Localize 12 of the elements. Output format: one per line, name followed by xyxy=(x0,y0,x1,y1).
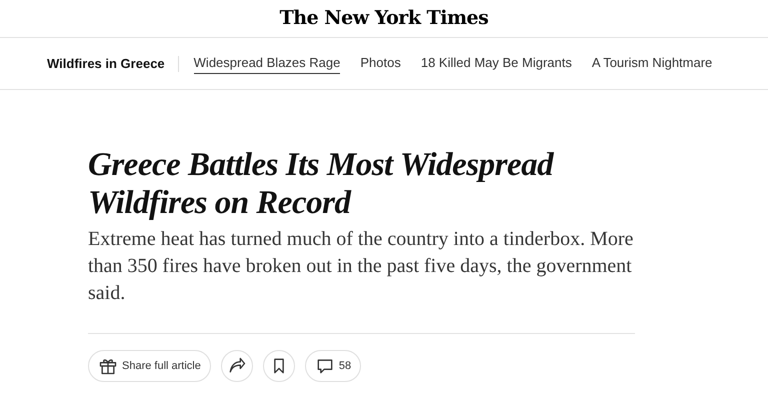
headline: Greece Battles Its Most Widespread Wildfires on Record xyxy=(88,146,555,222)
topic-link[interactable]: A Tourism Nightmare xyxy=(592,52,712,74)
topic-link[interactable]: Photos xyxy=(360,52,401,74)
topic-link[interactable]: Widespread Blazes Rage xyxy=(194,52,340,74)
topic-link[interactable]: 18 Killed May Be Migrants xyxy=(420,52,572,74)
share-article-button[interactable]: Share full article xyxy=(88,350,211,382)
share-button[interactable] xyxy=(220,350,253,382)
comments-button[interactable]: 58 xyxy=(304,350,362,382)
save-button[interactable] xyxy=(262,350,295,382)
logo[interactable]: The New York Times xyxy=(280,4,488,33)
topic-title: Wildfires in Greece xyxy=(47,56,179,72)
article-summary: Extreme heat has turned much of the country into a tinderbox. More than 350 fires have broken out in the past five days, the government said. xyxy=(88,227,634,306)
